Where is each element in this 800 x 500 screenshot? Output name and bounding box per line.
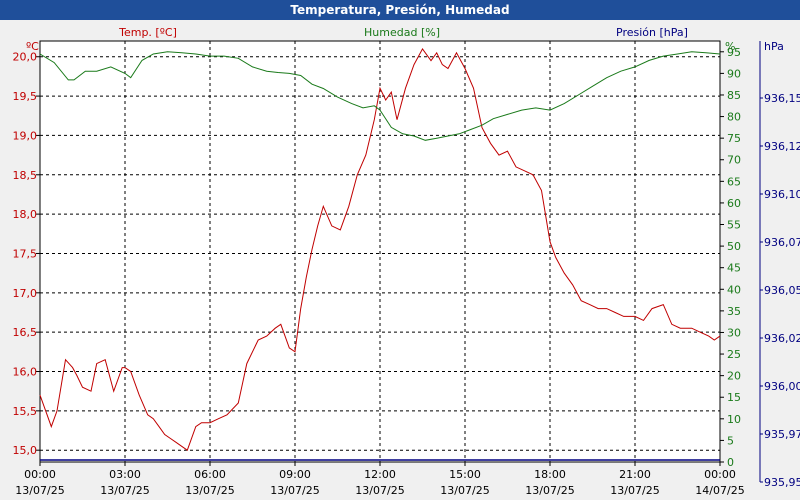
temp-tick-label: 19,5	[13, 90, 38, 103]
temp-tick-label: 17,0	[13, 287, 38, 300]
temp-tick-label: 18,5	[13, 169, 38, 182]
humidity-tick-label: 65	[727, 175, 741, 188]
date-tick-label: 13/07/25	[100, 484, 149, 497]
humidity-tick-label: 25	[727, 348, 741, 361]
pressure-tick-label: 936,02	[764, 332, 800, 345]
pressure-axis-label: Presión [hPa]	[616, 26, 688, 39]
humidity-tick-label: 10	[727, 413, 741, 426]
humidity-tick-label: 75	[727, 132, 741, 145]
pressure-tick-label: 936,10	[764, 188, 800, 201]
date-tick-label: 13/07/25	[610, 484, 659, 497]
pressure-tick-label: 936,15	[764, 92, 800, 105]
temp-tick-label: 19,0	[13, 129, 38, 142]
date-tick-label: 13/07/25	[270, 484, 319, 497]
temp-axis-ticks: 15,0 15,5 16,0 16,5 17,0 17,5 18,0 18,5 19,0 19,5…	[13, 51, 40, 457]
time-tick-label: 18:00	[534, 468, 566, 481]
time-axis-ticks: 00:00 13/07/25 03:00 13/07/25 06:00 13/07/25 0…	[15, 462, 745, 497]
humidity-tick-label: 35	[727, 305, 741, 318]
temp-axis-label: Temp. [ºC]	[118, 26, 177, 39]
chart-area: 15,0 15,5 16,0 16,5 17,0 17,5 18,0 18,5 19,0 19,5…	[13, 26, 800, 497]
time-tick-label: 15:00	[449, 468, 481, 481]
humidity-tick-label: 55	[727, 219, 741, 232]
humidity-tick-label: 50	[727, 240, 741, 253]
pressure-tick-label: 935,97	[764, 428, 800, 441]
humidity-tick-label: 45	[727, 262, 741, 275]
temp-tick-label: 16,0	[13, 366, 38, 379]
pressure-tick-label: 936,07	[764, 236, 800, 249]
date-tick-label: 13/07/25	[185, 484, 234, 497]
humidity-tick-label: 85	[727, 89, 741, 102]
temp-tick-label: 15,0	[13, 444, 38, 457]
pressure-tick-label: 936,12	[764, 140, 800, 153]
time-tick-label: 00:00	[704, 468, 736, 481]
humidity-tick-label: 70	[727, 154, 741, 167]
date-tick-label: 14/07/25	[695, 484, 744, 497]
temp-tick-label: 18,0	[13, 208, 38, 221]
humidity-tick-label: 20	[727, 370, 741, 383]
pressure-axis-ticks: 936,15 936,12 936,10 936,07 936,05 936,02 936,…	[759, 41, 800, 489]
time-tick-label: 12:00	[364, 468, 396, 481]
time-tick-label: 09:00	[279, 468, 311, 481]
pressure-tick-label: 936,00	[764, 380, 800, 393]
humidity-axis-label: Humedad [%]	[364, 26, 440, 39]
pressure-tick-label: 936,05	[764, 284, 800, 297]
time-tick-label: 03:00	[109, 468, 141, 481]
humidity-tick-label: 5	[727, 434, 734, 447]
date-tick-label: 13/07/25	[355, 484, 404, 497]
temp-unit-label: ºC	[26, 40, 39, 53]
time-tick-label: 00:00	[24, 468, 56, 481]
pressure-unit-label: hPa	[764, 40, 784, 53]
chart-title: Temperatura, Presión, Humedad	[0, 0, 800, 20]
humidity-tick-label: 90	[727, 67, 741, 80]
humidity-axis-ticks: 05101520253035404550556065707580859095	[719, 41, 741, 469]
pressure-tick-label: 935,95	[764, 476, 800, 489]
date-tick-label: 13/07/25	[525, 484, 574, 497]
humidity-tick-label: 60	[727, 197, 741, 210]
temp-tick-label: 17,5	[13, 247, 38, 260]
humidity-tick-label: 80	[727, 111, 741, 124]
time-tick-label: 21:00	[619, 468, 651, 481]
time-tick-label: 06:00	[194, 468, 226, 481]
humidity-tick-label: 40	[727, 283, 741, 296]
humidity-unit-label: %	[725, 40, 735, 53]
temp-tick-label: 16,5	[13, 326, 38, 339]
temp-tick-label: 15,5	[13, 405, 38, 418]
humidity-tick-label: 30	[727, 326, 741, 339]
humidity-tick-label: 15	[727, 391, 741, 404]
date-tick-label: 13/07/25	[440, 484, 489, 497]
date-tick-label: 13/07/25	[15, 484, 64, 497]
